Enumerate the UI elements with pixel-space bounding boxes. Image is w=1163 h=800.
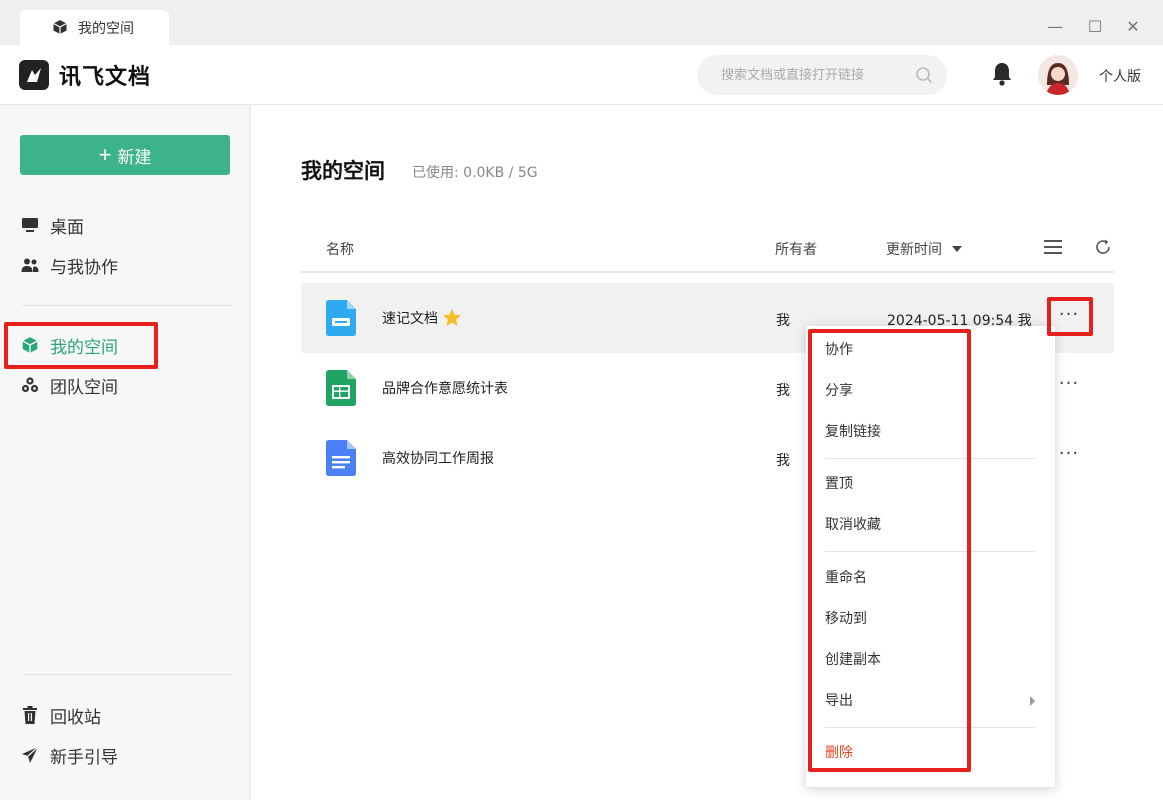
menu-divider xyxy=(825,551,1035,552)
menu-item-rename[interactable]: 重命名 xyxy=(825,568,867,588)
column-header-updated[interactable]: 更新时间 xyxy=(886,239,962,259)
column-header-updated-label: 更新时间 xyxy=(886,242,942,258)
page-title: 我的空间 xyxy=(301,159,385,183)
new-button-label: 新建 xyxy=(117,147,152,167)
menu-item-delete[interactable]: 删除 xyxy=(825,743,853,763)
file-name[interactable]: 速记文档 xyxy=(382,308,462,328)
cube-icon xyxy=(53,20,67,34)
new-button[interactable]: + 新建 xyxy=(20,135,230,175)
menu-item-duplicate[interactable]: 创建副本 xyxy=(825,650,881,670)
sidebar-item-label: 我的空间 xyxy=(50,337,118,358)
menu-item-share[interactable]: 分享 xyxy=(825,381,853,401)
sidebar-item-shared[interactable]: 与我协作 xyxy=(20,250,118,280)
bell-icon[interactable] xyxy=(990,61,1014,87)
menu-divider xyxy=(825,727,1035,728)
menu-item-move-to[interactable]: 移动到 xyxy=(825,609,867,629)
trash-icon xyxy=(20,705,40,725)
menu-item-collaborate[interactable]: 协作 xyxy=(825,340,853,360)
avatar[interactable] xyxy=(1038,55,1078,95)
send-icon xyxy=(20,745,40,765)
context-menu: 协作 分享 复制链接 置顶 取消收藏 重命名 移动到 创建副本 导出 删除 xyxy=(806,326,1055,787)
storage-usage: 已使用: 0.0KB / 5G xyxy=(412,165,538,181)
sidebar: + 新建 桌面 与我协作 我的空间 团队空间 回收站 新手引导 xyxy=(0,105,250,800)
tab-title: 我的空间 xyxy=(78,20,134,37)
star-icon[interactable] xyxy=(442,308,462,328)
more-horizontal-icon: ··· xyxy=(1058,304,1080,325)
doc-icon xyxy=(326,440,356,476)
file-owner: 我 xyxy=(776,453,790,469)
menu-item-unfavorite[interactable]: 取消收藏 xyxy=(825,515,881,535)
close-button[interactable]: ✕ xyxy=(1118,12,1148,40)
sidebar-item-desktop[interactable]: 桌面 xyxy=(20,210,84,240)
sidebar-divider xyxy=(22,305,232,306)
file-name-text: 品牌合作意愿统计表 xyxy=(382,381,508,397)
refresh-icon[interactable] xyxy=(1094,238,1112,256)
menu-divider xyxy=(825,458,1035,459)
file-name-text: 速记文档 xyxy=(382,311,438,327)
more-horizontal-icon: ··· xyxy=(1058,373,1080,394)
logo-text: 讯飞文档 xyxy=(59,65,152,90)
more-horizontal-icon: ··· xyxy=(1058,443,1080,464)
close-icon: ✕ xyxy=(1126,16,1140,36)
minimize-icon: — xyxy=(1047,16,1063,36)
sidebar-item-team-space[interactable]: 团队空间 xyxy=(20,370,118,400)
sidebar-item-label: 桌面 xyxy=(50,217,84,238)
sidebar-item-label: 新手引导 xyxy=(50,747,118,768)
maximize-icon: ☐ xyxy=(1087,16,1103,36)
more-options-button[interactable]: ··· xyxy=(1055,306,1083,330)
table-header-divider xyxy=(301,271,1114,273)
search-input[interactable] xyxy=(721,65,901,85)
search-box[interactable] xyxy=(697,55,947,95)
title-bar: 我的空间 — ☐ ✕ xyxy=(0,0,1163,45)
file-owner: 我 xyxy=(776,383,790,399)
sidebar-item-label: 团队空间 xyxy=(50,377,118,398)
app-logo[interactable]: 讯飞文档 xyxy=(19,59,151,91)
sidebar-item-label: 回收站 xyxy=(50,707,101,728)
plus-icon: + xyxy=(98,142,112,167)
file-name[interactable]: 高效协同工作周报 xyxy=(382,448,494,468)
team-icon xyxy=(20,375,40,395)
menu-item-pin[interactable]: 置顶 xyxy=(825,474,853,494)
logo-icon xyxy=(19,60,49,90)
more-options-button[interactable]: ··· xyxy=(1055,375,1083,399)
file-name[interactable]: 品牌合作意愿统计表 xyxy=(382,378,508,398)
cube-icon xyxy=(20,335,40,355)
sidebar-item-my-space[interactable]: 我的空间 xyxy=(20,330,118,360)
desktop-icon xyxy=(20,215,40,235)
sidebar-item-guide[interactable]: 新手引导 xyxy=(20,740,118,770)
edition-label[interactable]: 个人版 xyxy=(1099,66,1141,86)
menu-item-copy-link[interactable]: 复制链接 xyxy=(825,422,881,442)
app-header: 讯飞文档 个人版 xyxy=(0,45,1163,105)
more-options-button[interactable]: ··· xyxy=(1055,445,1083,469)
menu-item-export-label: 导出 xyxy=(825,693,853,709)
column-header-name[interactable]: 名称 xyxy=(326,239,354,259)
file-name-text: 高效协同工作周报 xyxy=(382,451,494,467)
chevron-right-icon xyxy=(1030,696,1035,706)
note-doc-icon xyxy=(326,300,356,336)
menu-item-export[interactable]: 导出 xyxy=(825,691,1035,711)
maximize-button[interactable]: ☐ xyxy=(1080,12,1110,40)
users-icon xyxy=(20,255,40,275)
window-tab[interactable]: 我的空间 xyxy=(20,10,169,45)
column-header-owner[interactable]: 所有者 xyxy=(775,239,817,259)
sort-down-icon xyxy=(952,246,962,252)
list-view-icon[interactable] xyxy=(1043,239,1063,255)
search-icon[interactable] xyxy=(915,66,933,84)
sidebar-divider xyxy=(22,674,232,675)
sheet-icon xyxy=(326,370,356,406)
file-owner: 我 xyxy=(776,313,790,329)
minimize-button[interactable]: — xyxy=(1040,12,1070,40)
sidebar-item-recycle-bin[interactable]: 回收站 xyxy=(20,700,101,730)
sidebar-item-label: 与我协作 xyxy=(50,257,118,278)
